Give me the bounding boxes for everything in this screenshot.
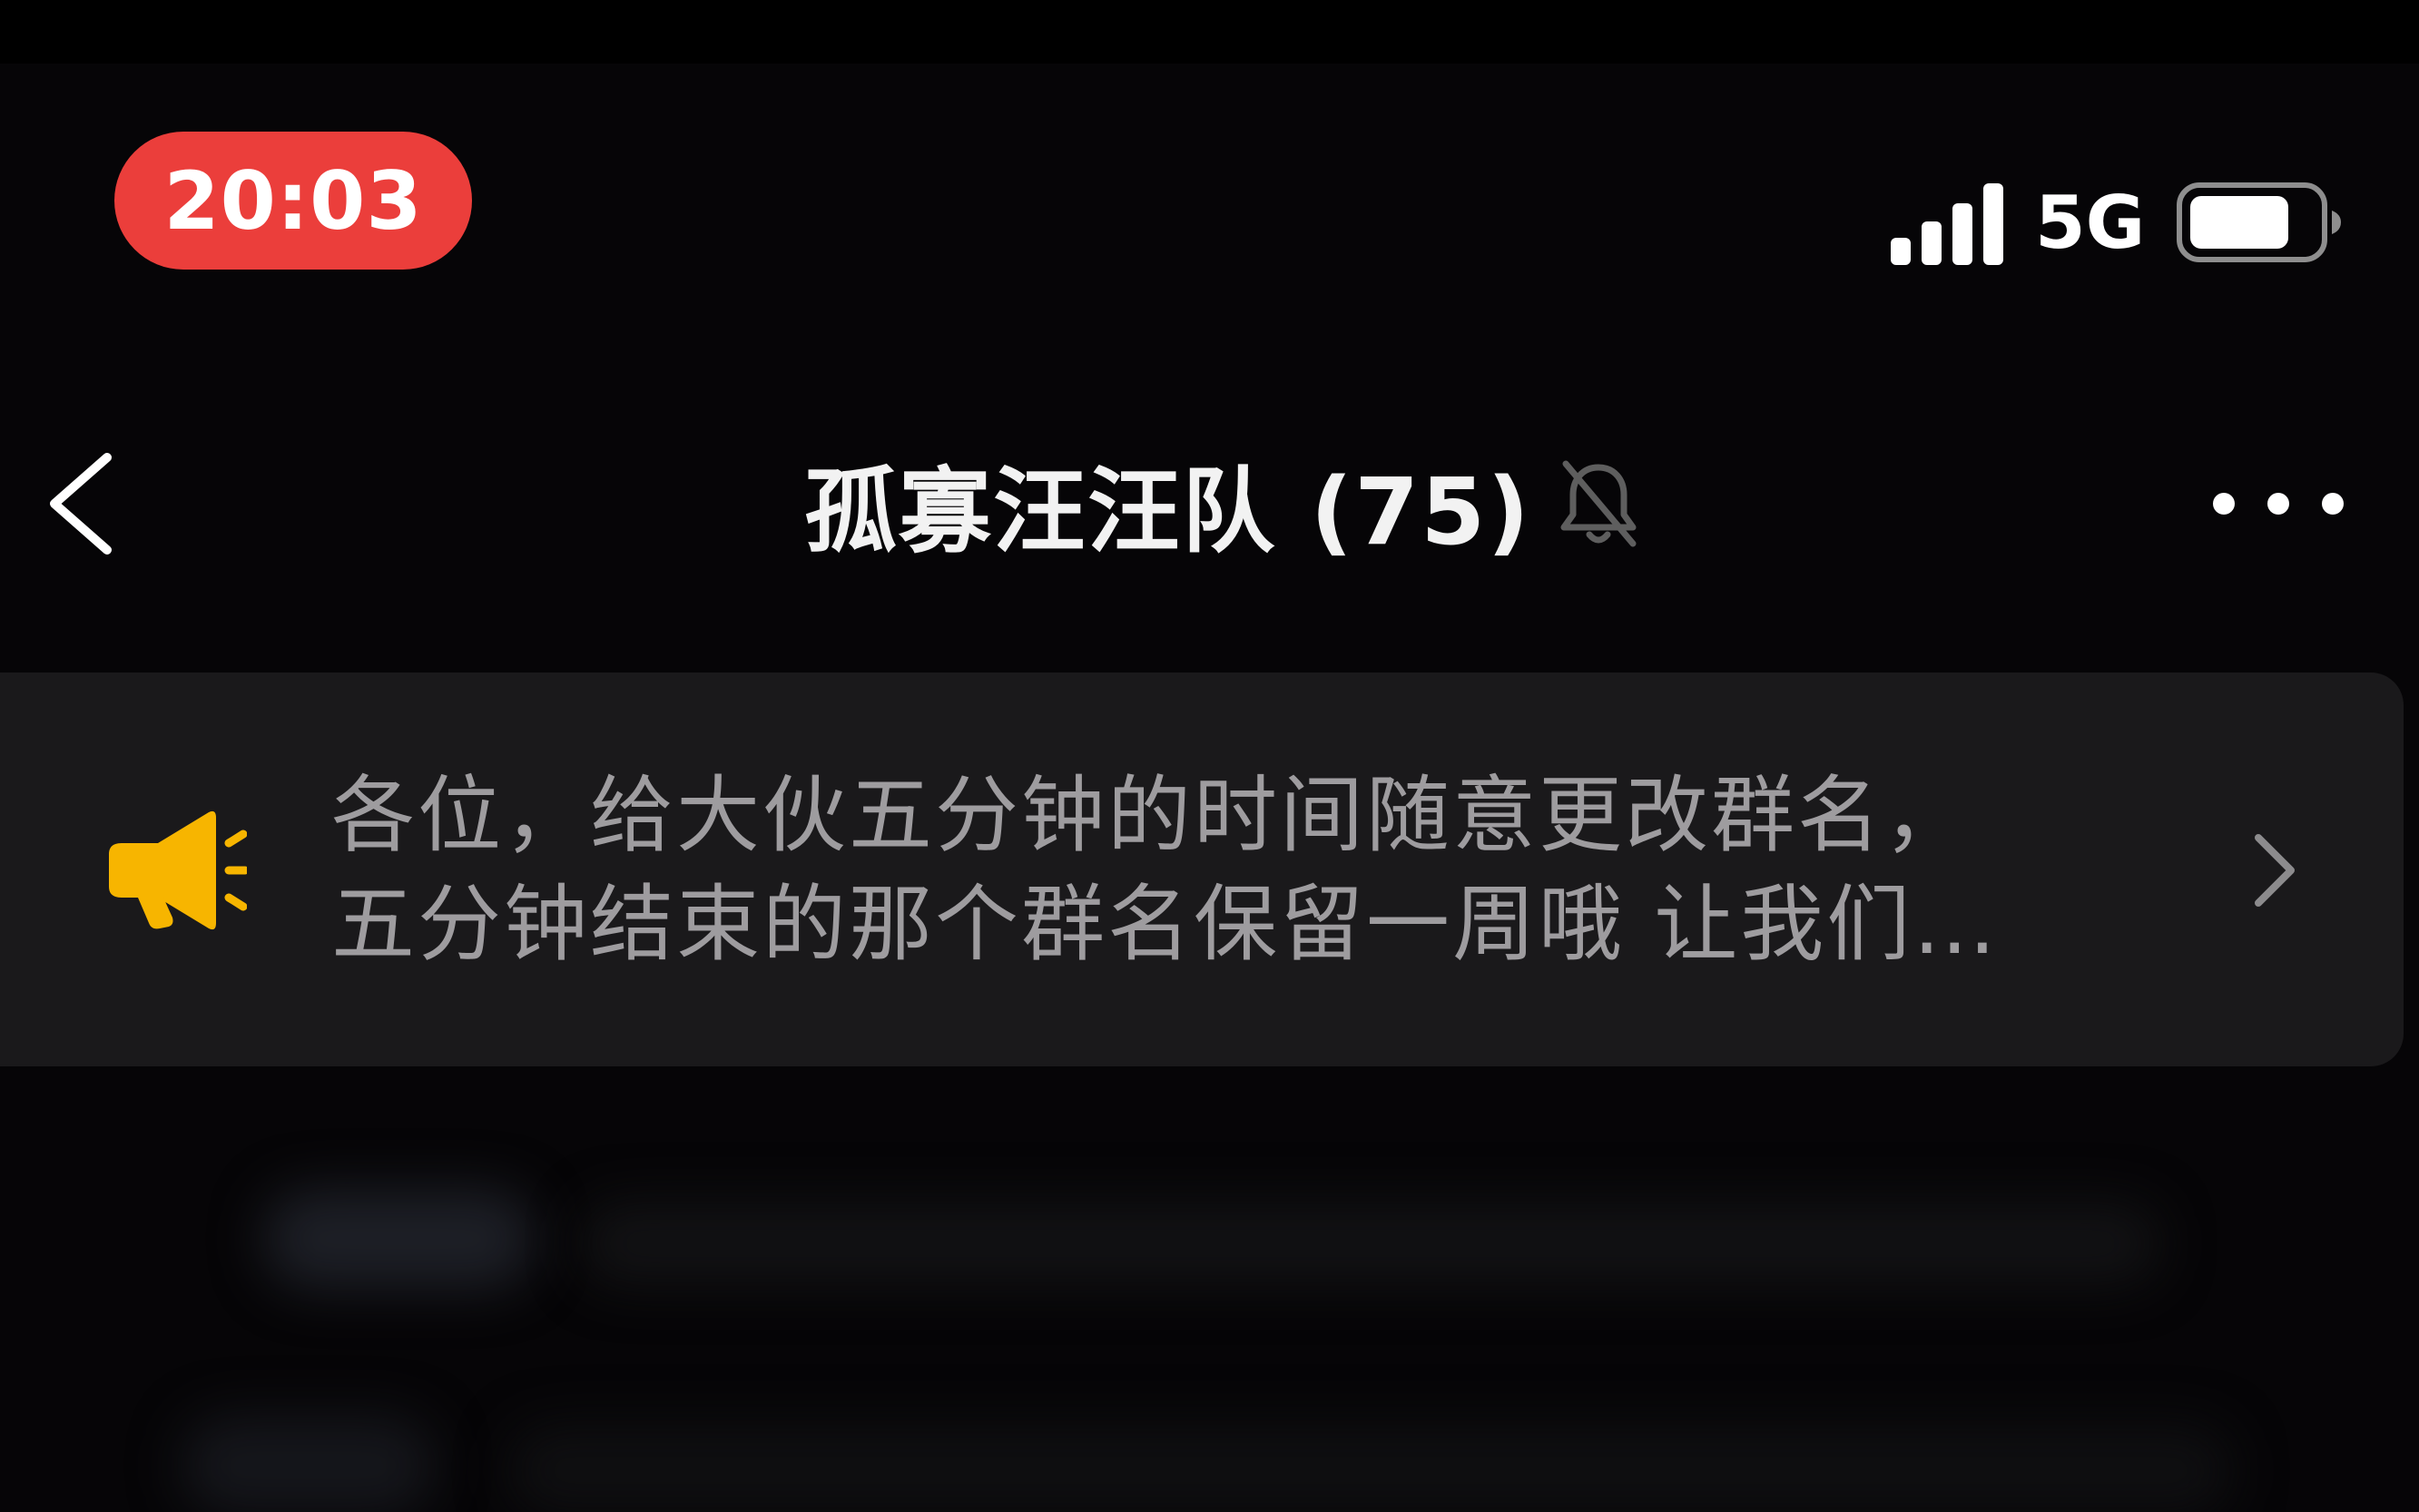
more-options-button[interactable] bbox=[2206, 463, 2351, 545]
title-group: 孤寡汪汪队 (75) bbox=[804, 437, 1642, 571]
blurred-avatar bbox=[263, 1189, 536, 1289]
chevron-left-icon bbox=[50, 453, 112, 555]
top-edge bbox=[0, 0, 2419, 64]
chat-title: 孤寡汪汪队 (75) bbox=[804, 457, 1531, 566]
chevron-right-icon bbox=[2255, 834, 2295, 907]
announcement-text: 各位，给大伙五分钟的时间随意更改群名， 五分钟结束的那个群名保留一周哦 让我们… bbox=[331, 761, 2147, 979]
megaphone-icon bbox=[109, 810, 247, 930]
title-area: 孤寡汪汪队 (75) bbox=[0, 427, 2419, 581]
blurred-avatar bbox=[182, 1416, 436, 1512]
announcement-line-1: 各位，给大伙五分钟的时间随意更改群名， bbox=[331, 767, 1971, 864]
back-button[interactable] bbox=[36, 445, 136, 563]
chat-screen: 20:03 5G 孤寡汪汪队 (75) 各位，给大伙五分钟的时间随意更改群名， … bbox=[0, 0, 2419, 1512]
blurred-message bbox=[581, 1203, 2160, 1284]
cellular-signal-icon bbox=[1891, 183, 2003, 265]
announcement-line-2: 五分钟结束的那个群名保留一周哦 让我们… bbox=[331, 876, 2000, 973]
status-time: 20:03 bbox=[163, 153, 423, 248]
status-bar: 20:03 5G bbox=[0, 64, 2419, 272]
blurred-message-list bbox=[0, 1116, 2419, 1512]
bell-slash-icon bbox=[1560, 460, 1637, 547]
network-type-label: 5G bbox=[2035, 181, 2146, 265]
time-pill[interactable]: 20:03 bbox=[114, 132, 472, 270]
ellipsis-icon bbox=[2213, 493, 2344, 515]
group-announcement-banner[interactable]: 各位，给大伙五分钟的时间随意更改群名， 五分钟结束的那个群名保留一周哦 让我们… bbox=[0, 673, 2404, 1066]
nav-bar: 孤寡汪汪队 (75) bbox=[0, 427, 2419, 581]
blurred-message bbox=[508, 1425, 2233, 1512]
battery-icon bbox=[2177, 182, 2341, 262]
